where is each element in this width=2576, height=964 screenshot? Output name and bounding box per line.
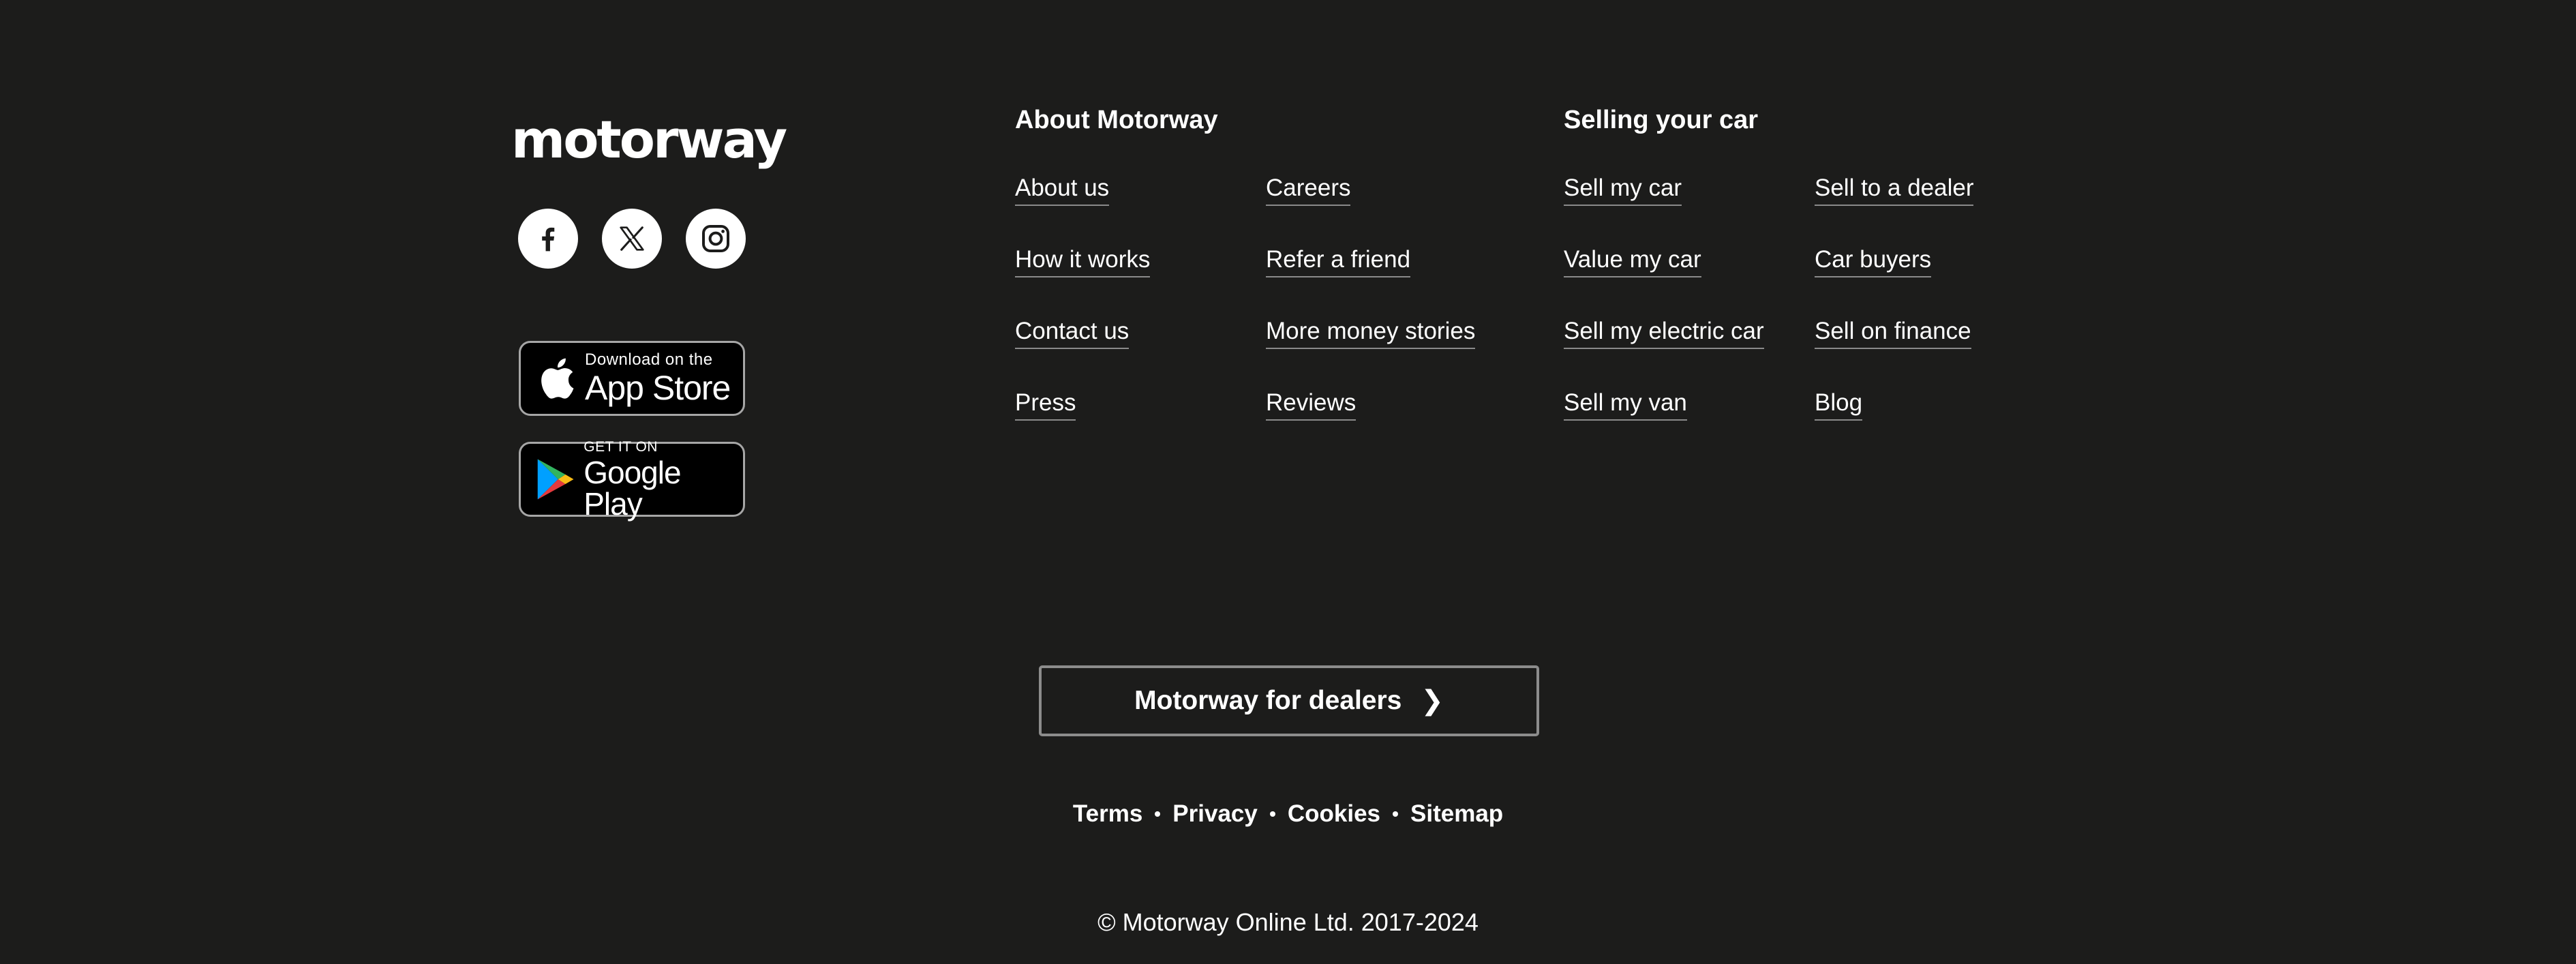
bullet-separator-icon bbox=[1155, 811, 1161, 817]
link-sell-on-finance[interactable]: Sell on finance bbox=[1815, 316, 1971, 349]
app-store-badge[interactable]: Download on the App Store bbox=[519, 341, 745, 416]
about-motorway-section: About Motorway About us How it works Con… bbox=[1015, 102, 1476, 421]
instagram-link[interactable] bbox=[686, 209, 746, 269]
google-play-small-text: GET IT ON bbox=[584, 438, 658, 455]
facebook-link[interactable] bbox=[518, 209, 578, 269]
link-careers[interactable]: Careers bbox=[1266, 173, 1351, 206]
link-privacy[interactable]: Privacy bbox=[1172, 798, 1258, 830]
copyright-text: © Motorway Online Ltd. 2017-2024 bbox=[1097, 908, 1479, 936]
link-refer-a-friend[interactable]: Refer a friend bbox=[1266, 245, 1411, 277]
dealers-button-label: Motorway for dealers bbox=[1134, 686, 1402, 715]
google-play-icon bbox=[532, 452, 579, 507]
link-more-money-stories[interactable]: More money stories bbox=[1266, 316, 1476, 349]
chevron-right-icon: ❯ bbox=[1421, 686, 1444, 716]
link-terms[interactable]: Terms bbox=[1073, 798, 1142, 830]
social-links bbox=[518, 209, 746, 269]
x-link[interactable] bbox=[602, 209, 662, 269]
link-sell-my-car[interactable]: Sell my car bbox=[1564, 173, 1682, 206]
motorway-for-dealers-button[interactable]: Motorway for dealers ❯ bbox=[1039, 665, 1539, 736]
link-value-my-car[interactable]: Value my car bbox=[1564, 245, 1701, 277]
link-about-us[interactable]: About us bbox=[1015, 173, 1110, 206]
link-sell-to-a-dealer[interactable]: Sell to a dealer bbox=[1815, 173, 1974, 206]
bullet-separator-icon bbox=[1393, 811, 1399, 817]
app-store-large-text: App Store bbox=[585, 369, 731, 407]
selling-your-car-heading: Selling your car bbox=[1564, 106, 1759, 134]
link-car-buyers[interactable]: Car buyers bbox=[1815, 245, 1932, 277]
link-cookies[interactable]: Cookies bbox=[1288, 798, 1380, 830]
link-sell-my-van[interactable]: Sell my van bbox=[1564, 388, 1687, 421]
link-reviews[interactable]: Reviews bbox=[1266, 388, 1357, 421]
bullet-separator-icon bbox=[1269, 811, 1275, 817]
legal-links: Terms Privacy Cookies Sitemap bbox=[0, 798, 2576, 830]
selling-your-car-section: Selling your car Sell my car Value my ca… bbox=[1564, 102, 1974, 421]
link-blog[interactable]: Blog bbox=[1815, 388, 1863, 421]
link-contact-us[interactable]: Contact us bbox=[1015, 316, 1130, 349]
motorway-logo[interactable]: motorway bbox=[511, 109, 787, 170]
logo-text: motorway bbox=[511, 109, 787, 170]
facebook-icon bbox=[542, 227, 555, 252]
brand-column: motorway Download on the App Store GET I… bbox=[511, 109, 787, 519]
apple-icon bbox=[532, 351, 581, 406]
link-sell-my-electric-car[interactable]: Sell my electric car bbox=[1564, 316, 1764, 349]
link-press[interactable]: Press bbox=[1015, 388, 1076, 421]
google-play-badge[interactable]: GET IT ON Google Play bbox=[519, 438, 745, 522]
site-footer: motorway Download on the App Store GET I… bbox=[0, 0, 2576, 964]
instagram-icon bbox=[702, 225, 729, 252]
app-store-small-text: Download on the bbox=[585, 350, 713, 369]
link-how-it-works[interactable]: How it works bbox=[1015, 245, 1151, 277]
link-sitemap[interactable]: Sitemap bbox=[1410, 798, 1503, 830]
google-play-large-text: Google Play bbox=[584, 454, 681, 522]
x-icon bbox=[620, 226, 644, 251]
about-motorway-heading: About Motorway bbox=[1015, 106, 1218, 134]
